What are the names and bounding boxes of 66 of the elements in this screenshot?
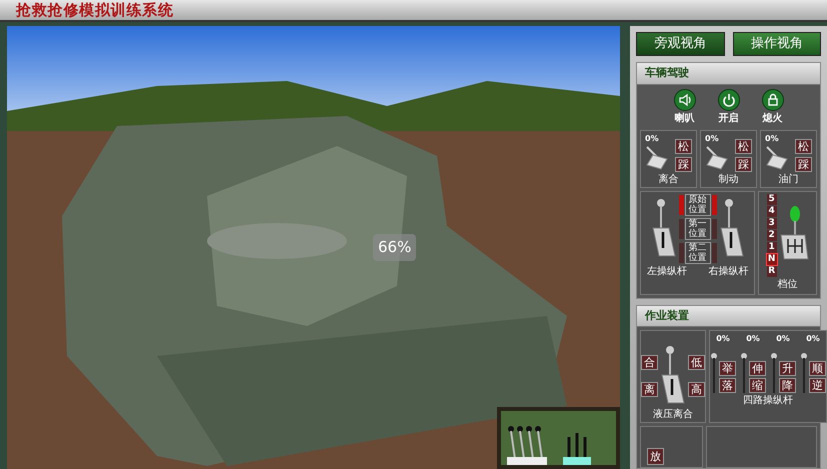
gear-label: 档位 <box>778 278 798 292</box>
speaker-icon[interactable] <box>674 88 696 110</box>
lock-icon[interactable] <box>762 88 784 110</box>
lever-icon <box>770 353 778 393</box>
position-button[interactable]: 原始位置 <box>684 194 711 216</box>
lever-reading: 0% <box>806 333 820 345</box>
pedal-label: 油门 <box>778 172 798 186</box>
high-button[interactable]: 高 <box>688 382 705 397</box>
panel-header: 作业装置 <box>637 306 820 327</box>
lever-label: 左操纵杆 <box>647 264 687 278</box>
lever-icon <box>710 353 718 393</box>
press-button[interactable]: 踩 <box>735 156 752 172</box>
power-icon[interactable] <box>718 88 740 110</box>
lever-label: 右操纵杆 <box>708 264 748 278</box>
four-way-label: 四路操纵杆 <box>743 394 793 408</box>
lever-icon <box>718 198 745 260</box>
press-button[interactable]: 踩 <box>795 156 812 172</box>
gear-button[interactable]: 2 <box>766 230 777 240</box>
arrow-marker-icon <box>712 242 717 262</box>
lever-icon <box>650 198 677 260</box>
down-button[interactable]: 降 <box>779 378 796 393</box>
view-button[interactable]: 操作视角 <box>732 32 821 56</box>
down-button[interactable]: 逆 <box>809 378 826 393</box>
pedal-label: 离合 <box>658 172 678 186</box>
lever-icon <box>800 353 808 393</box>
lever-reading: 0% <box>716 333 730 345</box>
release-button[interactable]: 松 <box>795 138 812 154</box>
lever-reading: 0% <box>776 333 790 345</box>
3d-viewport[interactable]: 66% <box>7 26 620 469</box>
arrow-marker-icon <box>712 194 717 214</box>
panel-header: 车辆驾驶 <box>637 63 820 84</box>
release-button[interactable]: 离 <box>641 382 658 397</box>
gear-button[interactable]: 4 <box>766 206 777 216</box>
low-button[interactable]: 低 <box>688 355 705 370</box>
control-label: 喇叭 <box>674 112 694 126</box>
up-button[interactable]: 举 <box>719 361 736 376</box>
pedal-reading: 0% <box>705 132 720 144</box>
press-button[interactable]: 踩 <box>675 156 692 172</box>
position-button[interactable]: 第一位置 <box>684 218 711 240</box>
gear-button[interactable]: 1 <box>766 242 777 252</box>
position-button[interactable]: 第二位置 <box>684 242 711 264</box>
gear-button[interactable]: R <box>766 266 777 276</box>
clutch-label: 液压离合 <box>653 408 693 422</box>
engage-button[interactable]: 合 <box>641 355 658 370</box>
zoom-level-label: 66% <box>373 234 416 260</box>
gear-button[interactable]: 5 <box>766 194 777 204</box>
lever-icon <box>740 353 748 393</box>
pedal-label: 制动 <box>718 172 738 186</box>
pedal-reading: 0% <box>765 132 780 144</box>
arrow-marker-icon <box>712 218 717 238</box>
up-button[interactable]: 顺 <box>809 361 826 376</box>
release-button[interactable]: 放 <box>647 448 664 465</box>
control-label: 开启 <box>718 111 738 126</box>
view-button[interactable]: 旁观视角 <box>636 32 724 56</box>
app-title: 抢救抢修模拟训练系统 <box>16 2 174 18</box>
gear-button[interactable]: N <box>766 254 777 264</box>
lever-reading: 0% <box>746 333 760 345</box>
up-button[interactable]: 升 <box>779 361 796 376</box>
control-label: 熄火 <box>762 112 782 126</box>
up-button[interactable]: 伸 <box>749 361 766 376</box>
down-button[interactable]: 落 <box>719 378 736 393</box>
down-button[interactable]: 缩 <box>749 378 766 393</box>
release-button[interactable]: 松 <box>675 138 692 154</box>
release-button[interactable]: 松 <box>735 138 752 154</box>
pedal-reading: 0% <box>645 132 660 144</box>
gear-button[interactable]: 3 <box>766 218 777 228</box>
